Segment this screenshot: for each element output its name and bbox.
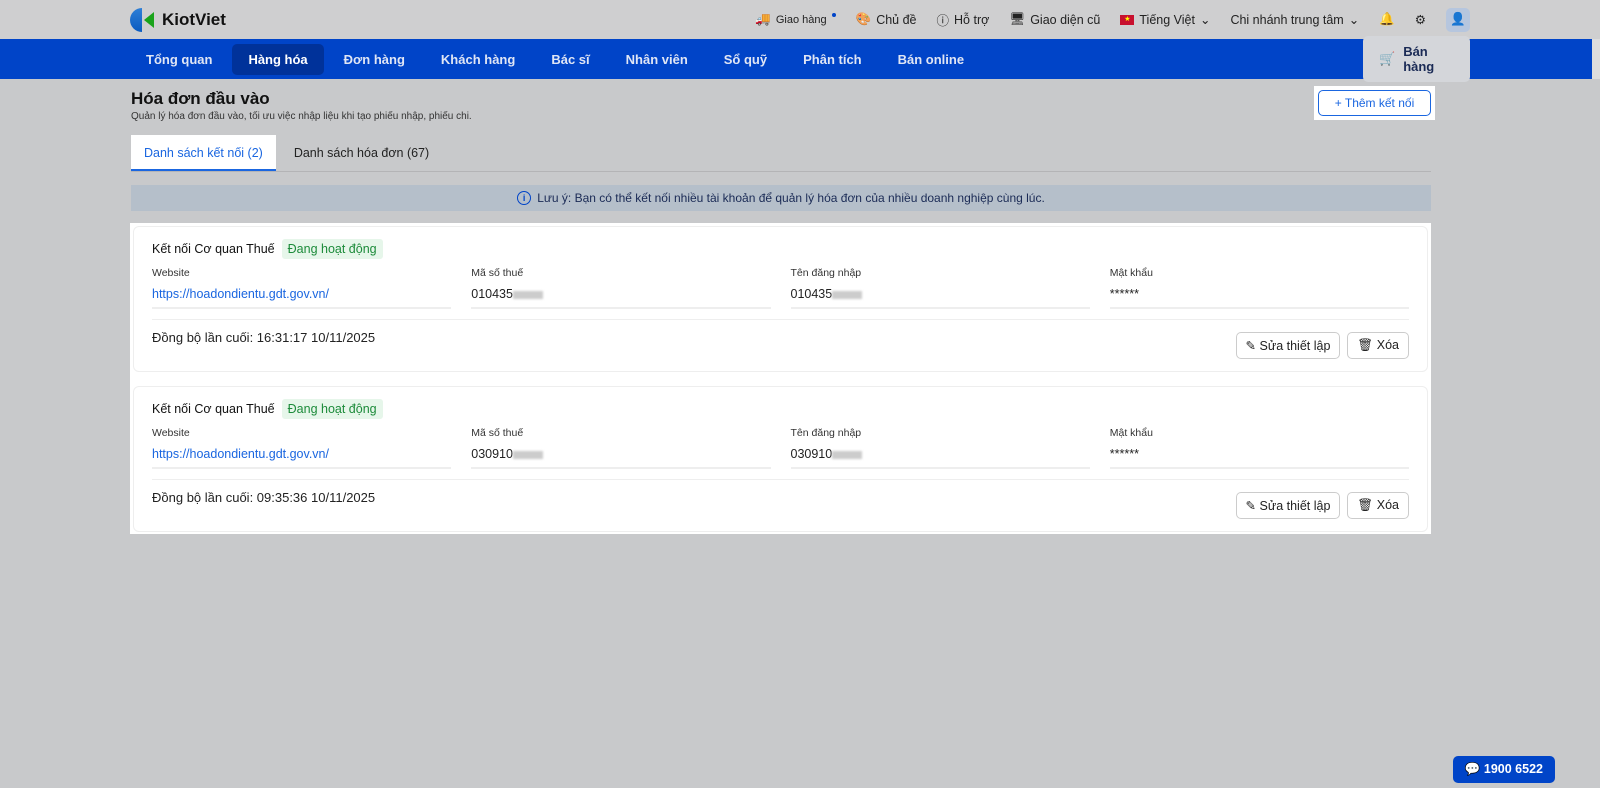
nav-employees[interactable]: Nhân viên xyxy=(610,44,704,75)
nav-doctors[interactable]: Bác sĩ xyxy=(535,44,605,75)
password-value: ****** xyxy=(1109,447,1409,469)
nav-analytics[interactable]: Phân tích xyxy=(787,44,878,75)
status-badge: Đang hoạt động xyxy=(281,239,383,259)
kiotviet-logo-icon xyxy=(130,7,154,32)
nav-cashbook[interactable]: Sổ quỹ xyxy=(708,44,783,75)
website-link[interactable]: https://hoadondientu.gdt.gov.vn/ xyxy=(152,447,452,469)
info-banner: i Lưu ý: Bạn có thể kết nối nhiều tài kho… xyxy=(131,185,1431,211)
trash-icon: 🗑 xyxy=(1357,338,1377,352)
chevron-down-icon: ⌄ xyxy=(1199,13,1211,27)
language-select[interactable]: ★ Tiếng Việt ⌄ xyxy=(1120,12,1210,27)
gear-icon[interactable]: ⚙ xyxy=(1415,12,1426,27)
redacted xyxy=(832,290,863,299)
chevron-down-icon: ⌄ xyxy=(1348,13,1360,27)
truck-icon: 🚚 xyxy=(755,12,771,26)
monitor-icon: 🖥 xyxy=(1009,12,1026,26)
redacted xyxy=(512,450,543,459)
page-title: Hóa đơn đầu vào xyxy=(131,89,270,108)
nav-overview[interactable]: Tổng quan xyxy=(130,44,228,75)
pencil-icon: ✎ xyxy=(1245,339,1260,353)
branch-select[interactable]: Chi nhánh trung tâm ⌄ xyxy=(1230,12,1360,28)
delete-button[interactable]: 🗑 Xóa xyxy=(1347,492,1409,519)
website-label: Website xyxy=(152,267,190,279)
notification-dot xyxy=(831,12,836,17)
info-icon: i xyxy=(517,191,532,205)
redacted xyxy=(512,290,543,299)
top-bar: KiotViet 🚚 Giao hàng 🎨 Chủ đề ⓘ Hỗ trợ 🖥 Gia… xyxy=(0,0,1600,39)
edit-settings-button[interactable]: ✎ Sửa thiết lập xyxy=(1235,492,1341,519)
trash-icon: 🗑 xyxy=(1357,498,1377,512)
connection-list: Kết nối Cơ quan Thuế Đang hoạt động Websi… xyxy=(130,223,1431,534)
redacted xyxy=(832,450,863,459)
tax-label: Mã số thuế xyxy=(471,267,524,279)
username-label: Tên đăng nhập xyxy=(790,427,862,439)
theme-link[interactable]: 🎨 Chủ đề xyxy=(856,12,917,27)
pencil-icon: ✎ xyxy=(1245,499,1260,513)
connection-card: Kết nối Cơ quan Thuế Đang hoạt động Websi… xyxy=(133,226,1428,372)
page-subtitle: Quản lý hóa đơn đầu vào, tối ưu việc nhậ… xyxy=(131,111,472,122)
main-nav: Tổng quan Hàng hóa Đơn hàng Khách hàng B… xyxy=(0,36,1600,82)
hotline-button[interactable]: 💬 1900 6522 xyxy=(1452,756,1555,783)
username-label: Tên đăng nhập xyxy=(790,267,862,279)
logo[interactable]: KiotViet xyxy=(130,7,226,32)
tax-value: 030910 xyxy=(471,447,771,469)
nav-products[interactable]: Hàng hóa xyxy=(232,43,324,75)
website-link[interactable]: https://hoadondientu.gdt.gov.vn/ xyxy=(152,287,452,309)
edit-settings-button[interactable]: ✎ Sửa thiết lập xyxy=(1235,332,1341,359)
connection-title: Kết nối Cơ quan Thuế xyxy=(152,402,275,416)
nav-online-sales[interactable]: Bán online xyxy=(882,44,980,75)
plus-icon: + xyxy=(1334,96,1345,110)
nav-orders[interactable]: Đơn hàng xyxy=(328,44,421,75)
user-avatar-icon[interactable]: 👤 xyxy=(1446,7,1470,32)
password-label: Mật khẩu xyxy=(1109,427,1153,439)
vietnam-flag-icon: ★ xyxy=(1120,14,1135,25)
website-label: Website xyxy=(152,427,190,439)
palette-icon: 🎨 xyxy=(855,12,872,26)
last-sync: Đồng bộ lần cuối: 16:31:17 10/11/2025 xyxy=(152,330,376,345)
tab-invoices[interactable]: Danh sách hóa đơn (67) xyxy=(284,135,439,171)
bell-icon[interactable]: 🔔 xyxy=(1379,12,1395,27)
nav-customers[interactable]: Khách hàng xyxy=(425,44,531,75)
chat-alert-icon: ⓘ xyxy=(936,14,950,28)
delete-button[interactable]: 🗑 Xóa xyxy=(1347,332,1409,359)
add-connection-wrapper: + Thêm kết nối xyxy=(1314,86,1435,120)
add-connection-button[interactable]: + Thêm kết nối xyxy=(1318,90,1431,116)
delivery-link[interactable]: 🚚 Giao hàng xyxy=(755,12,836,27)
old-ui-link[interactable]: 🖥 Giao diện cũ xyxy=(1009,12,1100,27)
scrollbar[interactable] xyxy=(1592,39,1600,79)
tab-connections[interactable]: Danh sách kết nối (2) xyxy=(131,135,276,171)
tax-value: 010435 xyxy=(471,287,771,309)
chat-icon: 💬 xyxy=(1464,762,1484,776)
tabs: Danh sách kết nối (2) Danh sách hóa đơn … xyxy=(131,135,1431,172)
sell-button[interactable]: 🛒 Bán hàng xyxy=(1363,36,1470,82)
tax-label: Mã số thuế xyxy=(471,427,524,439)
last-sync: Đồng bộ lần cuối: 09:35:36 10/11/2025 xyxy=(152,490,376,505)
connection-card: Kết nối Cơ quan Thuế Đang hoạt động Websi… xyxy=(133,386,1428,532)
cart-icon: 🛒 xyxy=(1379,51,1396,66)
support-link[interactable]: ⓘ Hỗ trợ xyxy=(937,10,990,29)
password-label: Mật khẩu xyxy=(1109,267,1153,279)
status-badge: Đang hoạt động xyxy=(281,399,383,419)
password-value: ****** xyxy=(1109,287,1409,309)
username-value: 010435 xyxy=(790,287,1090,309)
connection-title: Kết nối Cơ quan Thuế xyxy=(152,242,275,256)
username-value: 030910 xyxy=(790,447,1090,469)
